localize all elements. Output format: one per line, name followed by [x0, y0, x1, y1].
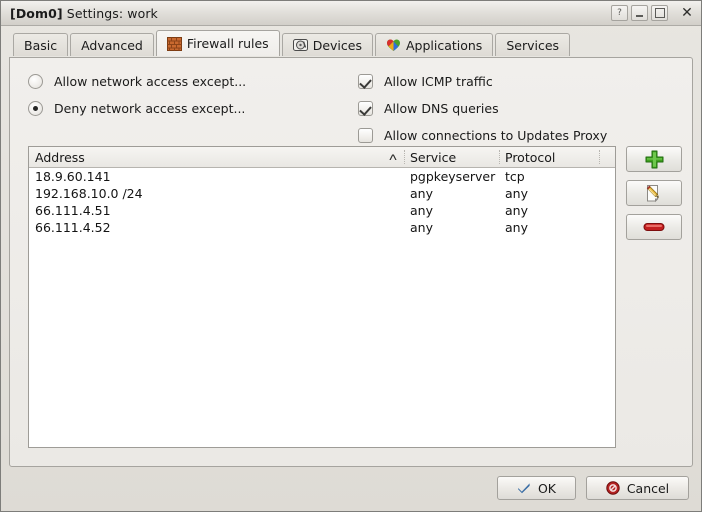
checkmark-icon [517, 482, 531, 494]
window-title-rest: Settings: work [66, 5, 158, 21]
brick-wall-icon [166, 36, 182, 51]
policy-radio-group: Allow network access except... Deny netw… [28, 68, 246, 122]
cell-service: pgpkeyserver [410, 169, 496, 184]
ok-label: OK [537, 480, 557, 496]
tab-advanced[interactable]: Advanced [70, 33, 154, 56]
tab-label: Applications [405, 37, 483, 53]
column-header-label: Address [35, 149, 85, 165]
tab-firewall-rules[interactable]: Firewall rules [155, 30, 280, 56]
radio-deny-network-access[interactable]: Deny network access except... [28, 95, 246, 122]
table-header-row: Address ʌ Service Protocol [29, 147, 615, 168]
radio-indicator[interactable] [28, 101, 43, 116]
column-header-service[interactable]: Service [404, 147, 499, 167]
tab-label: Firewall rules [186, 36, 269, 51]
cell-protocol: any [505, 203, 528, 218]
column-header-label: Protocol [505, 149, 556, 165]
minimize-icon [636, 14, 643, 17]
plus-icon [645, 150, 664, 169]
cell-address: 66.111.4.52 [35, 220, 111, 235]
close-icon: ✕ [681, 5, 693, 21]
cell-address: 192.168.10.0 /24 [35, 186, 143, 201]
checkbox-allow-icmp-traffic[interactable]: Allow ICMP traffic [358, 68, 607, 95]
radio-allow-network-access[interactable]: Allow network access except... [28, 68, 246, 95]
toggles-group: Allow ICMP traffic Allow DNS queries All… [358, 68, 607, 149]
radio-label: Allow network access except... [54, 74, 247, 89]
cell-address: 66.111.4.51 [35, 203, 111, 218]
radio-label: Deny network access except... [54, 101, 246, 116]
checkbox-label: Allow ICMP traffic [384, 74, 493, 89]
table-row[interactable]: 66.111.4.52 any any [29, 219, 615, 236]
close-button[interactable]: ✕ [677, 4, 697, 22]
cell-protocol: tcp [505, 169, 525, 184]
column-header-label: Service [410, 149, 457, 165]
table-body: 18.9.60.141 pgpkeyserver tcp 192.168.10.… [29, 168, 615, 447]
table-row[interactable]: 192.168.10.0 /24 any any [29, 185, 615, 202]
radio-indicator[interactable] [28, 74, 43, 89]
cell-protocol: any [505, 220, 528, 235]
window-title-prefix: [Dom0] [10, 5, 63, 21]
ok-button[interactable]: OK [497, 476, 576, 500]
cell-protocol: any [505, 186, 528, 201]
firewall-rules-panel: Allow network access except... Deny netw… [9, 57, 693, 467]
settings-window: [Dom0] Settings: work ? ✕ Basic Advanced [0, 0, 702, 512]
dialog-button-bar: OK Cancel [1, 467, 701, 511]
tab-basic[interactable]: Basic [13, 33, 69, 56]
cancel-label: Cancel [626, 480, 670, 496]
tab-applications[interactable]: Applications [374, 33, 494, 56]
tab-label: Services [506, 37, 560, 53]
cancel-icon [606, 481, 620, 495]
edit-rule-button[interactable] [626, 180, 682, 206]
tab-label: Devices [312, 37, 362, 53]
firewall-rules-table[interactable]: Address ʌ Service Protocol 18.9.60.141 p… [28, 146, 616, 448]
cell-service: any [410, 186, 433, 201]
window-title: [Dom0] Settings: work [10, 6, 158, 21]
question-mark-icon: ? [617, 7, 622, 18]
tab-label: Advanced [81, 37, 143, 53]
rule-actions-toolbar [626, 146, 684, 248]
sort-ascending-icon: ʌ [389, 151, 398, 163]
checkbox-indicator[interactable] [358, 74, 373, 89]
cell-address: 18.9.60.141 [35, 169, 111, 184]
table-row[interactable]: 66.111.4.51 any any [29, 202, 615, 219]
column-header-address[interactable]: Address ʌ [29, 147, 404, 167]
cell-service: any [410, 203, 433, 218]
remove-rule-button[interactable] [626, 214, 682, 240]
tab-strip: Basic Advanced Firewall rules Devices Ap… [1, 30, 701, 56]
cancel-button[interactable]: Cancel [586, 476, 689, 500]
minimize-button[interactable] [631, 5, 648, 21]
tab-devices[interactable]: Devices [281, 33, 373, 56]
checkbox-allow-updates-proxy[interactable]: Allow connections to Updates Proxy [358, 122, 607, 149]
maximize-icon [654, 8, 665, 18]
minus-icon [643, 221, 665, 233]
column-header-protocol[interactable]: Protocol [499, 147, 599, 167]
tab-label: Basic [24, 37, 58, 53]
table-row[interactable]: 18.9.60.141 pgpkeyserver tcp [29, 168, 615, 185]
help-button[interactable]: ? [611, 5, 628, 21]
checkbox-label: Allow connections to Updates Proxy [384, 128, 608, 143]
cell-service: any [410, 220, 433, 235]
checkbox-indicator[interactable] [358, 128, 373, 143]
hard-disk-icon [292, 38, 308, 52]
checkbox-label: Allow DNS queries [384, 101, 499, 116]
puzzle-icon [386, 38, 401, 52]
tab-services[interactable]: Services [495, 33, 571, 56]
add-rule-button[interactable] [626, 146, 682, 172]
column-header-filler [599, 147, 615, 167]
pencil-icon [645, 184, 664, 203]
maximize-button[interactable] [651, 5, 668, 21]
checkbox-indicator[interactable] [358, 101, 373, 116]
options-area: Allow network access except... Deny netw… [10, 58, 692, 143]
title-bar: [Dom0] Settings: work ? ✕ [1, 1, 701, 26]
checkbox-allow-dns-queries[interactable]: Allow DNS queries [358, 95, 607, 122]
